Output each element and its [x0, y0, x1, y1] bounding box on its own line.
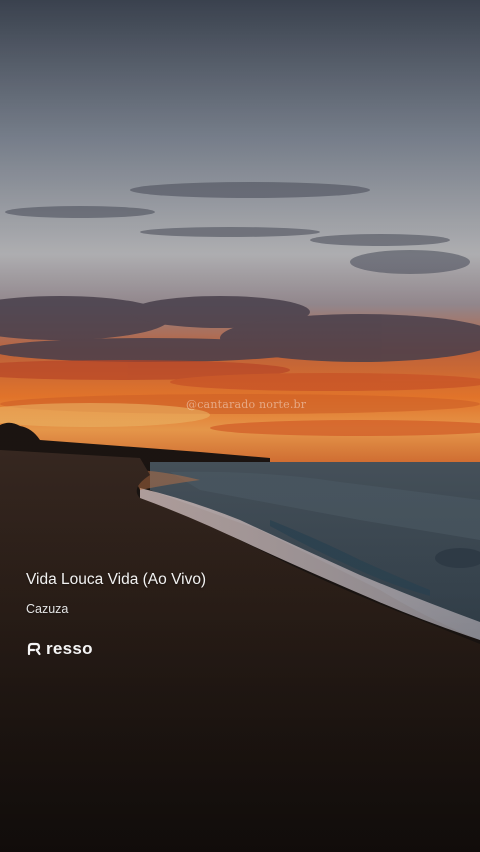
resso-brand[interactable]: resso — [26, 640, 93, 658]
watermark-text: @cantarado norte.br — [186, 398, 307, 411]
brand-name: resso — [46, 639, 93, 658]
resso-logo-icon — [27, 642, 41, 656]
sunset-beach-background — [0, 0, 480, 852]
video-frame[interactable]: @cantarado norte.br Vida Louca Vida (Ao … — [0, 0, 480, 852]
song-title[interactable]: Vida Louca Vida (Ao Vivo) — [26, 570, 206, 590]
track-info: Vida Louca Vida (Ao Vivo) Cazuza — [26, 570, 206, 617]
artist-name[interactable]: Cazuza — [26, 601, 206, 617]
